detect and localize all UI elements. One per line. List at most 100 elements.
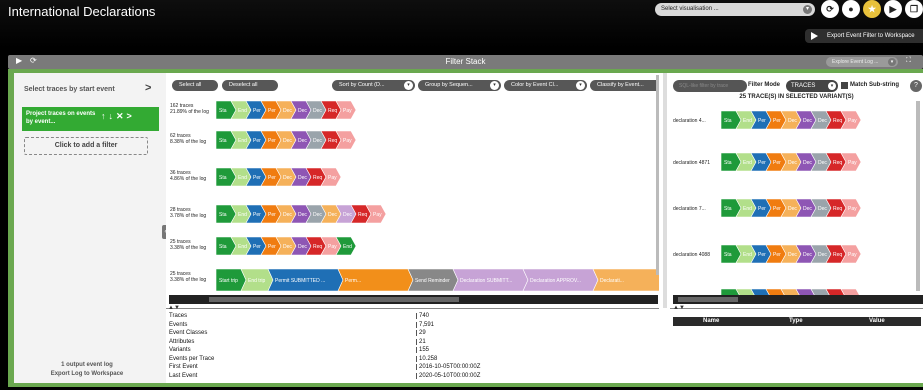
activity-label: Permit SUBMITTED ... [275,278,325,284]
trace-count: 25 TRACE(S) IN SELECTED VARIANT(S) [739,94,854,100]
activity-label: Req [358,212,367,218]
arrow-down-icon[interactable]: ↓ [109,111,117,121]
deselect-all-button[interactable]: Deselect all [222,80,278,91]
sort-dropdown[interactable]: Sort by Count (D... ▾ [332,80,415,91]
export-event-filter-button[interactable]: Export Event Filter to Workspace [805,29,923,43]
variant-chevrons[interactable]: Sta End Per Per Dec Dec Dec Req Pay [216,101,359,119]
variant-row[interactable]: 162 traces 21.89% of the log Sta End Per Per D… [170,101,655,121]
refresh-icon[interactable]: ⟳ [821,0,839,18]
trace-row[interactable]: declaration 7... Sta End Per Per Dec Dec Dec Req… [673,199,913,221]
drop-icon[interactable]: ● [842,0,860,18]
activity-label: Pay [343,138,352,144]
variant-chevrons[interactable]: Sta End Per Per Dec Dec Req Pay [216,168,344,186]
filter-project-label: Project traces on events by event... [26,111,96,125]
activity-label: Dec [313,108,322,114]
filter-project-traces[interactable]: Project traces on events by event... ↑↓✕… [22,107,159,131]
select-visualisation-dropdown[interactable]: Select visualisation ... ▾ [655,3,815,16]
activity-label: Per [268,108,276,114]
variant-chevrons[interactable]: Sta End Per Per Dec Dec Dec Req Pay [721,153,864,171]
play-icon[interactable]: ▶ [884,0,902,18]
activity-label: Declaration APPROV... [530,278,581,284]
chevron-right-icon[interactable]: > [127,111,135,121]
traces-scrollbar[interactable] [916,101,920,291]
variant-chevrons[interactable]: Sta End Per Per Dec Dec Req Pay End [216,237,359,255]
stat-separator [416,338,417,345]
variant-row[interactable]: 25 traces 3.38% of the log Start trip End t… [170,269,714,291]
trace-row[interactable]: declaration 4871 Sta End Per Per Dec Dec Dec Req… [673,153,913,175]
activity-label: End [743,118,752,124]
variant-percentage: 3.78% of the log [170,213,207,219]
activity-label: Pay [848,118,857,124]
traces-hscrollbar[interactable] [673,295,923,304]
variant-chevrons[interactable]: Sta End Per Per Dec Dec Dec Req Pay [721,199,864,217]
activity-label: Dec [803,206,812,212]
variant-row[interactable]: 25 traces 3.38% of the log Sta End Per Per Dec… [170,237,655,257]
play-icon [811,32,818,40]
variant-percentage: 8.38% of the log [170,139,207,145]
filter-mode-dropdown[interactable]: TRACES ▾ [786,80,838,92]
variant-percentage: 21.89% of the log [170,109,209,115]
chevron-right-icon[interactable]: > [145,82,151,94]
stat-row: Last Event 2020-05-10T00:00:00Z [169,372,659,379]
stat-row: Event Classes 29 [169,330,659,336]
output-count: 1 output event log [61,362,113,368]
variant-chevrons[interactable]: Sta End Per Per Dec Dec Dec Req Pay [216,131,359,149]
activity-label: Send Reminder [415,278,450,284]
activity-label: Dec [283,108,292,114]
star-icon[interactable]: ★ [863,0,881,18]
stat-value: 10.258 [419,355,438,362]
copy-icon[interactable]: ❐ [905,0,923,18]
scroll-thumb[interactable] [209,297,459,302]
match-substring-checkbox[interactable] [841,82,848,89]
match-substring-label: Match Sub-string [850,82,899,88]
collapse-icon[interactable]: ▲▼ [168,305,180,311]
stat-key: Events per Trace [169,355,215,362]
close-icon[interactable]: ✕ [116,111,127,121]
variant-chevrons[interactable]: Sta End Per Per Dec Dec Dec Req Pay [721,245,864,263]
trace-row[interactable]: declaration 4088 Sta End Per Per Dec Dec Dec Req… [673,245,913,267]
variant-row[interactable]: 62 traces 8.38% of the log Sta End Per Per Dec… [170,131,655,151]
activity-label: Declaration SUBMITT... [460,278,512,284]
stat-separator [416,313,417,319]
explore-event-log-dropdown[interactable]: Explore Event Log ... ▾ [826,57,898,67]
scroll-thumb[interactable] [678,297,738,302]
variants-hscrollbar[interactable] [169,295,658,304]
splitter-handle[interactable] [663,73,667,308]
filter-start-event[interactable]: Select traces by start event [24,86,115,93]
stat-key: Variants [169,347,191,353]
activity-label: Per [773,206,781,212]
activity-label: Dec [298,108,307,114]
activity-label: End [238,108,247,114]
variant-row[interactable]: 28 traces 3.78% of the log Sta End Per Per Dec… [170,205,655,225]
variant-chevrons[interactable]: Sta End Per Per Dec Dec Dec Req Pay [721,111,864,129]
color-dropdown[interactable]: Color by Event Cl... ▾ [504,80,587,91]
activity-label: Sta [219,175,227,181]
activity-label: End [743,206,752,212]
stat-value: 7,591 [419,321,435,328]
variant-chevrons[interactable]: Sta End Per Per Dec Dec Dec Dec Dec Req Pay [216,205,389,223]
activity-label: Dec [313,138,322,144]
variant-percentage: 4.86% of the log [170,176,207,182]
stat-separator [416,321,417,328]
stat-separator [416,355,417,362]
trace-filter-input[interactable]: SQL-like filter by trace [673,80,747,92]
activity-label: Dec [283,212,292,218]
activity-label: Dec [298,138,307,144]
collapse-icon[interactable]: ▲▼ [673,305,685,311]
variant-row[interactable]: 36 traces 4.86% of the log Sta End Per Per Dec… [170,168,655,188]
add-filter-button[interactable]: Click to add a filter [24,137,148,155]
group-dropdown[interactable]: Group by Sequen... ▾ [418,80,501,91]
trace-label: declaration 4088 [673,252,710,258]
help-icon[interactable]: ? [910,80,922,92]
activity-label: Dec [818,206,827,212]
expand-icon[interactable]: ⛶ [906,57,911,65]
export-log-button[interactable]: Export Log to Workspace [14,370,160,379]
variant-chevrons[interactable]: Start trip End trip Permit SUBMITTED ... Pe… [216,269,716,291]
trace-row[interactable]: declaration 4... Sta End Per Per Dec Dec Dec Req… [673,111,913,133]
filter-stack-bar: ▶ ⟳ Filter Stack Explore Event Log ... ▾… [8,55,923,69]
activity-label: Req [833,206,842,212]
arrow-up-icon[interactable]: ↑ [101,111,109,121]
stat-separator [416,372,417,379]
activity-label: Pay [343,108,352,114]
select-all-button[interactable]: Select all [172,80,218,91]
